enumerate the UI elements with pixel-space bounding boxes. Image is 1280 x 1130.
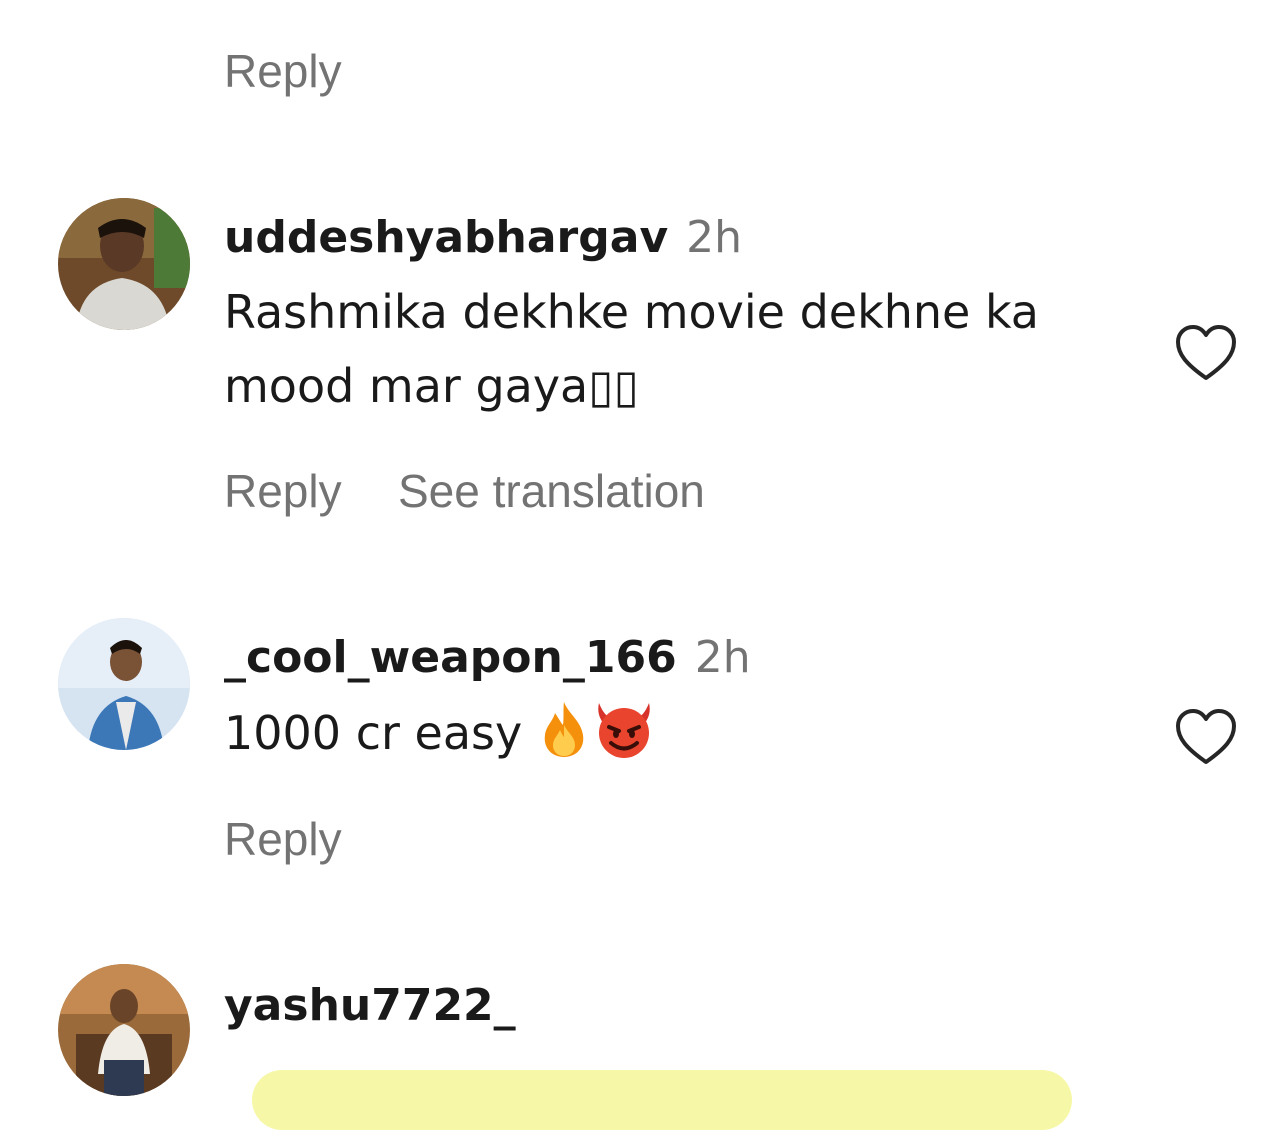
reply-button[interactable]: Reply xyxy=(224,48,342,94)
timestamp: 2h xyxy=(694,632,751,683)
see-translation-button[interactable]: See translation xyxy=(398,468,705,514)
comment-input-bar[interactable] xyxy=(252,1070,1072,1130)
comment-text: Rashmika dekhke movie dekhne ka mood mar… xyxy=(224,275,1039,423)
username[interactable]: uddeshyabhargav xyxy=(224,212,668,263)
heart-outline-icon xyxy=(1176,325,1236,380)
avatar[interactable] xyxy=(58,618,190,750)
username[interactable]: yashu7722_ xyxy=(224,980,516,1031)
comment-text-line: Rashmika dekhke movie dekhne ka xyxy=(224,285,1039,339)
smiling-devil-emoji xyxy=(591,699,657,780)
comment-header: _cool_weapon_166 2h xyxy=(224,636,751,680)
username[interactable]: _cool_weapon_166 xyxy=(224,632,677,683)
avatar[interactable] xyxy=(58,964,190,1096)
fire-emoji xyxy=(537,699,591,780)
comment-text-line: mood mar gaya▯▯ xyxy=(224,359,639,413)
avatar[interactable] xyxy=(58,198,190,330)
reply-button[interactable]: Reply xyxy=(224,468,342,514)
comment-header: yashu7722_ xyxy=(224,984,516,1028)
timestamp: 2h xyxy=(686,212,743,263)
avatar-image xyxy=(58,618,190,750)
heart-outline-icon xyxy=(1176,709,1236,764)
comment-header: uddeshyabhargav 2h xyxy=(224,216,742,260)
like-button[interactable] xyxy=(1174,708,1238,766)
avatar-image xyxy=(58,964,190,1096)
comment-text-content: 1000 cr easy xyxy=(224,706,523,760)
like-button[interactable] xyxy=(1174,324,1238,382)
comment-text: 1000 cr easy xyxy=(224,696,657,780)
reply-button[interactable]: Reply xyxy=(224,816,342,862)
avatar-image xyxy=(58,198,190,330)
